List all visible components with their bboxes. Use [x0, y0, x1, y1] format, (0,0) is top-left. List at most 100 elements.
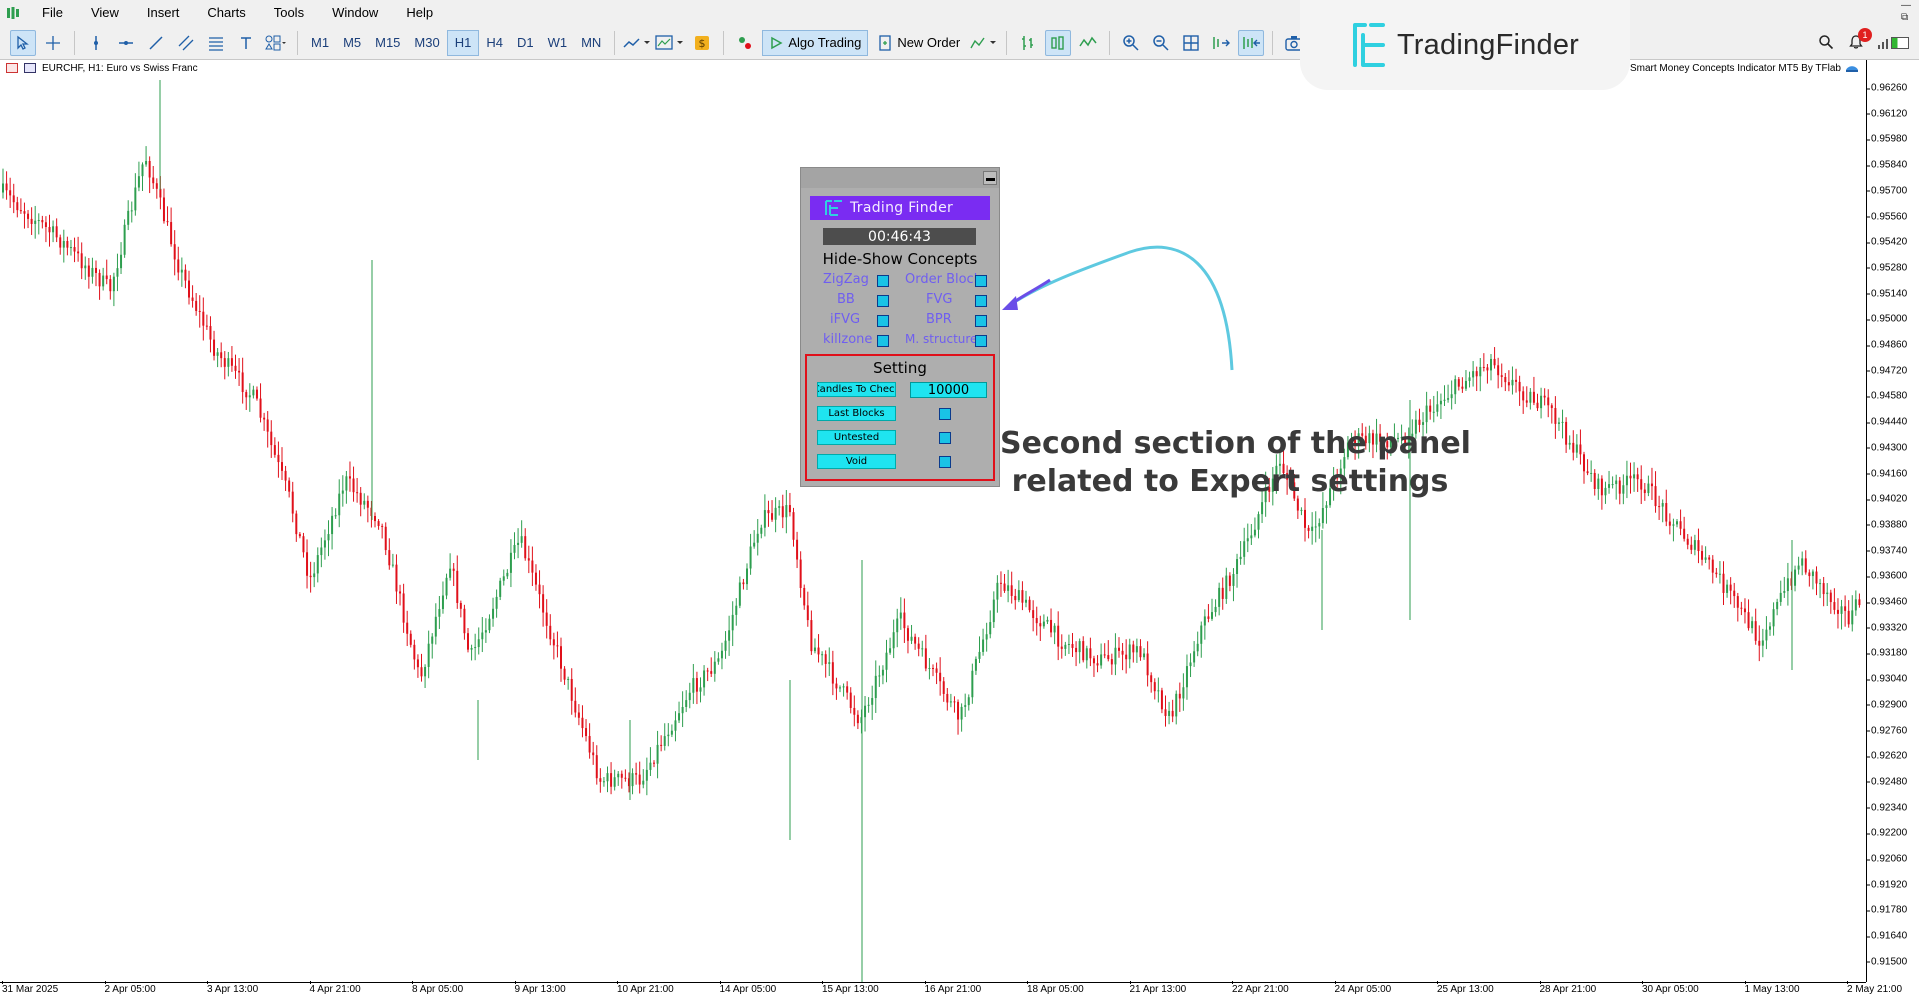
candle-body [1311, 526, 1314, 531]
candle-body [1092, 658, 1095, 664]
dollar-icon[interactable]: $ [689, 30, 715, 56]
indicators-icon[interactable] [970, 30, 998, 56]
candlestick-icon[interactable] [1045, 29, 1072, 56]
candle-body [1786, 578, 1789, 592]
vertical-line-icon[interactable] [83, 30, 109, 56]
timeframe-w1[interactable]: W1 [541, 30, 575, 56]
void-button[interactable]: Void [817, 454, 896, 469]
notifications-button[interactable]: 1 [1848, 27, 1872, 53]
candle-body [19, 210, 22, 212]
timeframe-mn[interactable]: MN [574, 30, 608, 56]
timeframe-h1[interactable]: H1 [446, 29, 480, 56]
auto-scroll-icon[interactable] [1208, 30, 1234, 56]
candle-body [1747, 612, 1750, 629]
line-chart-icon[interactable] [1075, 30, 1101, 56]
candle-body [999, 582, 1002, 584]
last-blocks-checkbox[interactable] [939, 408, 951, 420]
zigzag-checkbox[interactable] [877, 275, 889, 287]
minimize-icon[interactable] [983, 171, 997, 185]
last-blocks-button[interactable]: Last Blocks [817, 406, 896, 421]
candle-body [499, 580, 502, 597]
search-icon[interactable] [1818, 34, 1834, 53]
candle-body [1608, 484, 1611, 488]
candle-body [653, 762, 655, 764]
menu-charts[interactable]: Charts [193, 0, 259, 26]
chart-shift-icon[interactable] [1238, 29, 1265, 56]
crosshair-tool-icon[interactable] [40, 30, 66, 56]
candle-body [1218, 587, 1221, 607]
horizontal-line-icon[interactable] [113, 30, 139, 56]
candle-body [924, 648, 927, 669]
bpr-checkbox[interactable] [975, 315, 987, 327]
price-label: 0.91920 [1865, 879, 1908, 891]
candle-body [792, 512, 795, 540]
fvg-checkbox[interactable] [975, 295, 987, 307]
cursor-tool-icon[interactable] [10, 29, 36, 56]
menu-window[interactable]: Window [318, 0, 392, 26]
candle-body [1676, 521, 1678, 525]
timeframe-d1[interactable]: D1 [510, 30, 541, 56]
expert-hat-icon[interactable] [1845, 62, 1859, 74]
zoom-out-icon[interactable] [1148, 30, 1174, 56]
candle-body [116, 268, 119, 277]
trend-line-icon[interactable] [143, 30, 169, 56]
candle-body [1493, 358, 1496, 366]
zoom-in-icon[interactable] [1118, 30, 1144, 56]
tile-windows-icon[interactable] [1178, 30, 1204, 56]
candle-body [205, 325, 208, 327]
candle-body [617, 773, 620, 778]
candle-body [681, 707, 684, 714]
untested-button[interactable]: Untested [817, 430, 896, 445]
timeframe-m5[interactable]: M5 [336, 30, 368, 56]
fibonacci-icon[interactable] [203, 30, 229, 56]
timeframe-m15[interactable]: M15 [368, 30, 407, 56]
candle-body [949, 701, 952, 703]
menu-view[interactable]: View [77, 0, 133, 26]
untested-checkbox[interactable] [939, 432, 951, 444]
menu-file[interactable]: File [28, 0, 77, 26]
restore-window-icon[interactable]: ⧉ [1901, 12, 1911, 24]
timeframe-h4[interactable]: H4 [479, 30, 510, 56]
timeframe-m30[interactable]: M30 [407, 30, 446, 56]
text-tool-icon[interactable] [233, 30, 259, 56]
killzone-checkbox[interactable] [877, 335, 889, 347]
channel-icon[interactable] [173, 30, 199, 56]
candles-to-check-input[interactable]: 10000 [910, 382, 987, 398]
minimize-window-icon[interactable]: — [1901, 0, 1911, 12]
candle-body [402, 593, 405, 623]
candle-body [62, 241, 65, 248]
ifvg-checkbox[interactable] [877, 315, 889, 327]
price-label: 0.93880 [1865, 519, 1908, 531]
menu-tools[interactable]: Tools [260, 0, 318, 26]
chart-type-icon[interactable] [623, 30, 651, 56]
time-label: 8 Apr 05:00 [412, 981, 464, 995]
candle-body [1228, 575, 1231, 586]
menu-help[interactable]: Help [392, 0, 447, 26]
price-chart[interactable]: EURCHF, H1: Euro vs Swiss Franc Smart Mo… [0, 60, 1919, 996]
candle-body [409, 633, 412, 645]
templates-icon[interactable] [655, 30, 685, 56]
panel-titlebar[interactable] [801, 168, 999, 188]
candle-body [703, 670, 706, 688]
candle-body [366, 500, 369, 508]
menu-insert[interactable]: Insert [133, 0, 194, 26]
signal-icon[interactable] [732, 30, 758, 56]
candle-body [1200, 625, 1203, 644]
candle-body [1529, 391, 1532, 403]
new-order-button[interactable]: New Order [872, 30, 966, 56]
setting-row-untested: Untested [807, 430, 997, 448]
void-checkbox[interactable] [939, 456, 951, 468]
candle-body [1125, 654, 1128, 660]
time-label: 4 Apr 21:00 [309, 981, 361, 995]
candle-body [492, 608, 495, 619]
order-block-checkbox[interactable] [975, 275, 987, 287]
timeframe-m1[interactable]: M1 [304, 30, 336, 56]
market-structure-checkbox[interactable] [975, 335, 987, 347]
bar-chart-icon[interactable] [1015, 30, 1041, 56]
bb-checkbox[interactable] [877, 295, 889, 307]
candle-body [173, 244, 176, 260]
algo-trading-button[interactable]: Algo Trading [762, 29, 869, 56]
shapes-icon[interactable] [263, 30, 289, 56]
candle-body [1726, 584, 1729, 593]
candle-body [134, 187, 137, 211]
